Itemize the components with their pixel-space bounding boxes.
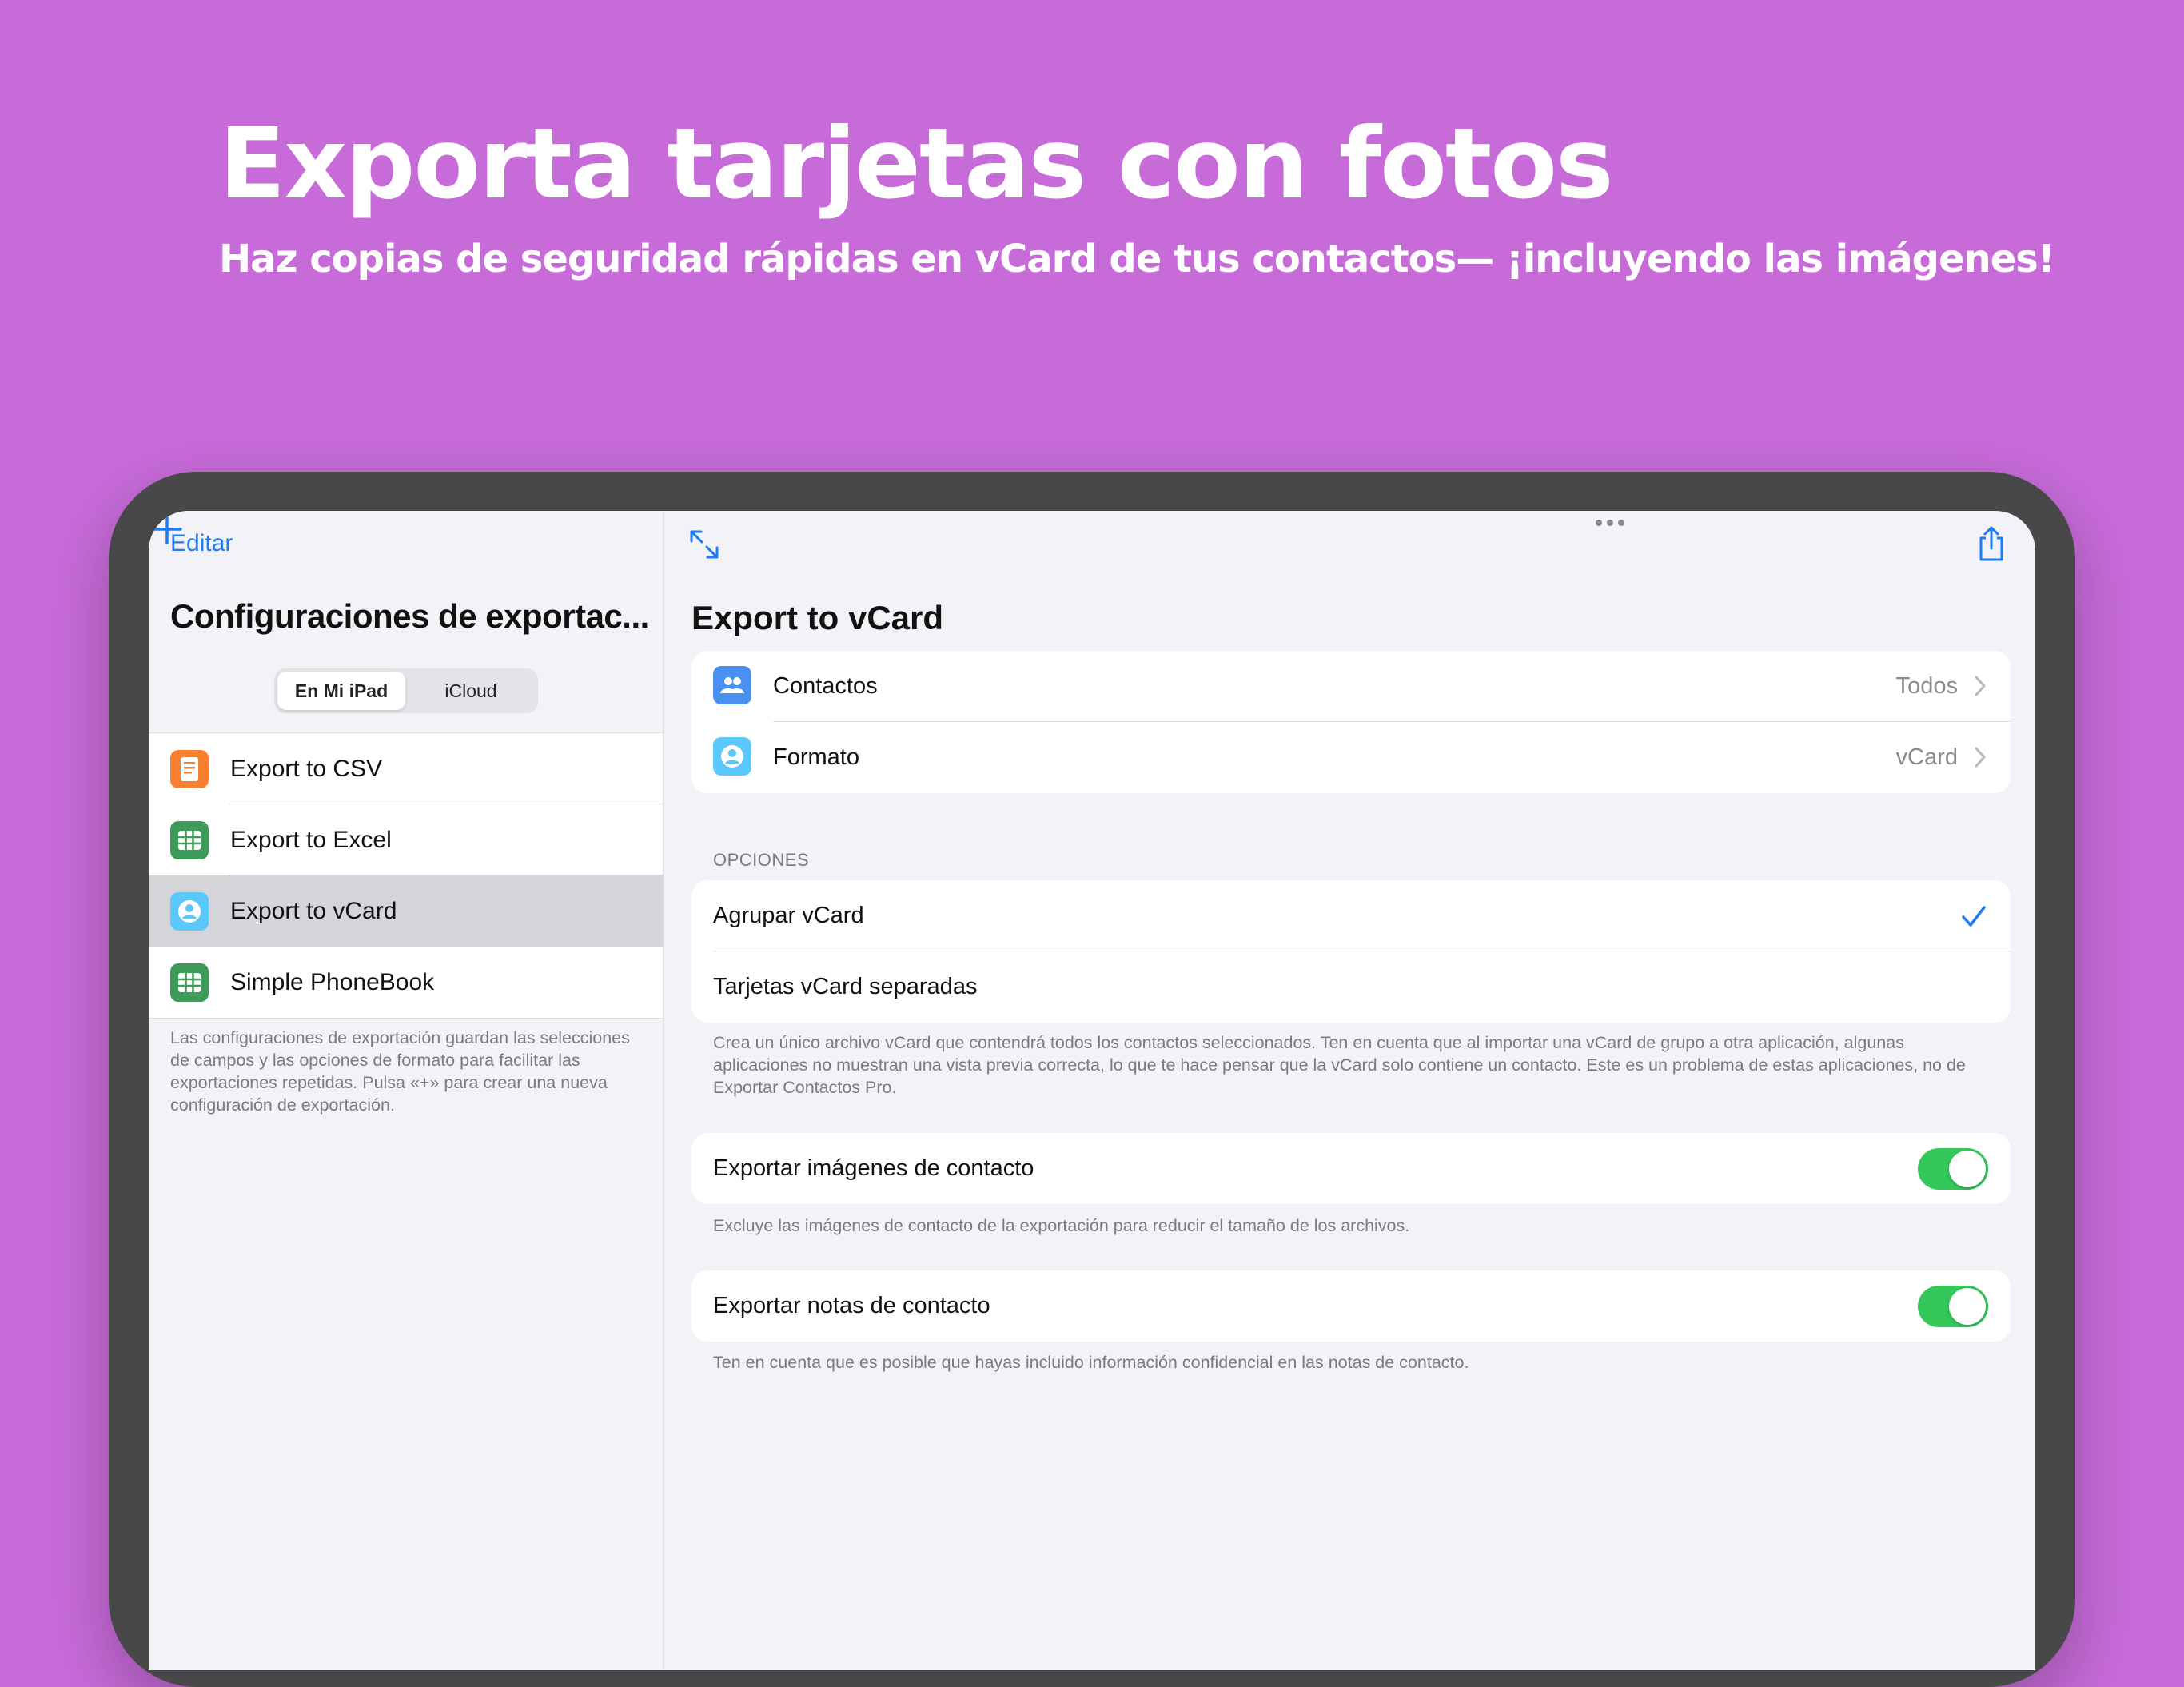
contacts-row[interactable]: Contactos Todos (691, 651, 2011, 722)
export-notes-footnote: Ten en cuenta que es posible que hayas i… (713, 1353, 1469, 1372)
export-images-row: Exportar imágenes de contacto (691, 1133, 2011, 1204)
options-card: Agrupar vCard Tarjetas vCard separadas (691, 880, 2011, 1023)
sidebar-item-export-csv[interactable]: Export to CSV (149, 733, 663, 804)
share-icon[interactable] (1975, 525, 2007, 562)
toggle-label: Exportar imágenes de contacto (713, 1155, 1034, 1181)
subheadline: Haz copias de seguridad rápidas en vCard… (219, 237, 2055, 281)
settings-card: Contactos Todos Formato vCard (691, 651, 2011, 793)
option-separate-vcards[interactable]: Tarjetas vCard separadas (691, 951, 2011, 1023)
sidebar-item-simple-phonebook[interactable]: Simple PhoneBook (149, 947, 663, 1018)
format-value: vCard (1895, 744, 1958, 770)
export-config-list: Export to CSV Export to Excel Export to … (149, 732, 663, 1019)
chevron-right-icon (1975, 676, 1986, 696)
options-section-header: OPCIONES (713, 850, 810, 870)
storage-segmented-control: En Mi iPad iCloud (274, 668, 538, 713)
spreadsheet-icon (170, 963, 209, 1002)
option-group-vcard[interactable]: Agrupar vCard (691, 880, 2011, 951)
toggle-knob (1949, 1151, 1986, 1187)
sidebar-item-label: Export to CSV (230, 755, 383, 782)
export-notes-card: Exportar notas de contacto (691, 1270, 2011, 1342)
checkmark-icon (1962, 906, 1986, 927)
contacts-value: Todos (1895, 673, 1958, 699)
sidebar-item-label: Export to Excel (230, 826, 392, 853)
contacts-label: Contactos (773, 673, 878, 699)
format-row[interactable]: Formato vCard (691, 722, 2011, 793)
option-label: Tarjetas vCard separadas (713, 974, 978, 999)
segment-on-my-ipad[interactable]: En Mi iPad (277, 672, 405, 710)
sidebar-title: Configuraciones de exportac... (170, 597, 649, 635)
headline: Exporta tarjetas con fotos (219, 107, 1614, 221)
more-dots-icon[interactable] (1594, 518, 1626, 528)
sidebar-item-label: Simple PhoneBook (230, 968, 435, 995)
export-images-card: Exportar imágenes de contacto (691, 1133, 2011, 1204)
sidebar-item-label: Export to vCard (230, 897, 397, 924)
detail-pane: Export to vCard Contactos Todos Formato … (664, 511, 2035, 1670)
document-icon (170, 750, 209, 788)
option-label: Agrupar vCard (713, 903, 864, 928)
detail-title: Export to vCard (691, 599, 944, 636)
export-notes-row: Exportar notas de contacto (691, 1270, 2011, 1342)
contact-card-icon (713, 737, 751, 776)
sidebar-footer-text: Las configuraciones de exportación guard… (170, 1028, 630, 1115)
options-footnote: Crea un único archivo vCard que contendr… (713, 1033, 1966, 1097)
export-notes-toggle[interactable] (1918, 1286, 1988, 1327)
contacts-icon (713, 666, 751, 704)
sidebar: Editar Configuraciones de exportac... En… (149, 511, 664, 1670)
ipad-screen: Editar Configuraciones de exportac... En… (149, 511, 2035, 1670)
spreadsheet-icon (170, 821, 209, 859)
format-label: Formato (773, 744, 859, 770)
sidebar-item-export-excel[interactable]: Export to Excel (149, 804, 663, 875)
expand-icon[interactable] (688, 528, 720, 560)
toggle-label: Exportar notas de contacto (713, 1293, 990, 1318)
toggle-knob (1949, 1288, 1986, 1325)
export-images-toggle[interactable] (1918, 1148, 1988, 1190)
edit-button[interactable]: Editar (170, 530, 233, 557)
export-images-footnote: Excluye las imágenes de contacto de la e… (713, 1216, 1410, 1235)
sidebar-item-export-vcard[interactable]: Export to vCard (149, 875, 663, 947)
chevron-right-icon (1975, 747, 1986, 768)
contact-card-icon (170, 892, 209, 931)
segment-icloud[interactable]: iCloud (407, 672, 535, 710)
